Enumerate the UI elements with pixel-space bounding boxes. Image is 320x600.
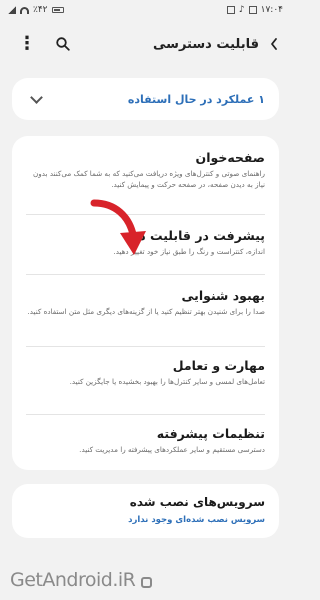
status-bar: ٪۴۲ ♪ ۱۷:۰۴ bbox=[0, 0, 291, 20]
notification-icon bbox=[248, 6, 257, 14]
divider bbox=[26, 274, 265, 275]
installed-services-card[interactable]: سرویس‌های نصب شده سرویس نصب شده‌ای وجود … bbox=[12, 484, 279, 538]
battery-icon bbox=[51, 7, 64, 13]
status-right: ♪ ۱۷:۰۴ bbox=[226, 5, 283, 15]
list-item-title: صفحه‌خوان bbox=[195, 150, 265, 165]
status-time: ۱۷:۰۴ bbox=[260, 5, 283, 15]
list-item-interaction[interactable]: مهارت و تعامل تعامل‌های لمسی و سایر کنتر… bbox=[12, 358, 279, 387]
list-item-description: دسترسی مستقیم و سایر عملکردهای پیشرفته ر… bbox=[79, 445, 265, 454]
accessibility-categories-list: صفحه‌خوان راهنمای صوتی و کنترل‌های ویژه … bbox=[12, 136, 279, 470]
list-item-advanced-settings[interactable]: تنظیمات پیشرفته دسترسی مستقیم و سایر عمل… bbox=[12, 426, 279, 455]
battery-percent: ٪۴۲ bbox=[33, 5, 48, 15]
gallery-icon bbox=[226, 6, 235, 14]
search-icon[interactable] bbox=[56, 37, 70, 51]
annotation-arrow-icon bbox=[90, 199, 146, 255]
back-icon[interactable] bbox=[269, 37, 279, 51]
app-bar: ⋮ قابلیت دسترسی bbox=[0, 28, 291, 60]
list-item-title: تنظیمات پیشرفته bbox=[156, 426, 265, 441]
list-item-hearing[interactable]: بهبود شنوایی صدا را برای شنیدن بهتر تنظی… bbox=[12, 288, 279, 317]
active-services-card[interactable]: ۱ عملکرد در حال استفاده bbox=[12, 78, 279, 120]
list-item-title: مهارت و تعامل bbox=[172, 358, 265, 373]
list-item-screen-reader[interactable]: صفحه‌خوان راهنمای صوتی و کنترل‌های ویژه … bbox=[12, 150, 279, 190]
installed-services-title: سرویس‌های نصب شده bbox=[129, 495, 265, 509]
chevron-down-icon bbox=[30, 90, 43, 104]
page-title: قابلیت دسترسی bbox=[153, 36, 259, 52]
watermark-logo: GetAndroid.iR bbox=[10, 569, 136, 591]
music-icon: ♪ bbox=[238, 5, 245, 15]
list-item-description: تعامل‌های لمسی و سایر کنترل‌ها را بهبود … bbox=[69, 377, 265, 386]
wifi-icon bbox=[20, 6, 29, 14]
status-left: ٪۴۲ bbox=[8, 5, 64, 15]
list-item-title: بهبود شنوایی bbox=[181, 288, 265, 303]
active-services-label: ۱ عملکرد در حال استفاده bbox=[127, 92, 265, 106]
signal-icon bbox=[8, 6, 16, 14]
divider bbox=[26, 346, 265, 347]
more-options-icon[interactable]: ⋮ bbox=[18, 35, 36, 53]
home-button-icon[interactable] bbox=[141, 577, 152, 588]
list-item-description: راهنمای صوتی و کنترل‌های ویژه دریافت می‌… bbox=[33, 169, 265, 189]
installed-services-subtitle: سرویس نصب شده‌ای وجود ندارد bbox=[128, 515, 265, 525]
list-item-description: صدا را برای شنیدن بهتر تنظیم کنید یا از … bbox=[27, 307, 265, 316]
divider bbox=[26, 414, 265, 415]
